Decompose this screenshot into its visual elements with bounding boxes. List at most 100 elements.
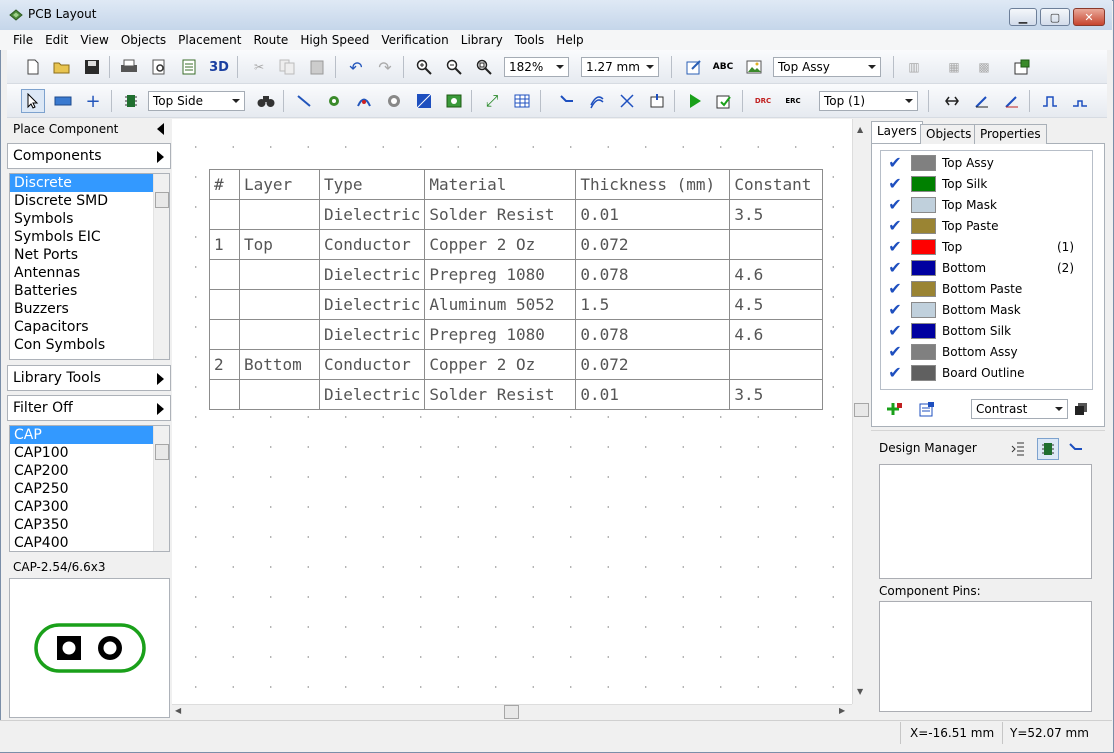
list-item[interactable]: CAP200 [10, 462, 169, 480]
autoroute-settings-icon[interactable] [712, 89, 736, 113]
zoom-fit-icon[interactable] [472, 55, 496, 79]
component-category-list[interactable]: Discrete Discrete SMD Symbols Symbols EI… [9, 173, 170, 360]
checkmark-icon[interactable]: ✔ [884, 152, 906, 173]
edit-trace-icon[interactable] [970, 89, 994, 113]
ruler-icon[interactable] [51, 89, 75, 113]
select-pointer-icon[interactable] [21, 89, 45, 113]
list-item[interactable]: CAP [10, 426, 153, 444]
layer-color-swatch[interactable] [911, 322, 936, 339]
menu-objects[interactable]: Objects [115, 30, 172, 50]
components-dropdown[interactable]: Components [7, 143, 171, 169]
open-folder-icon[interactable] [50, 55, 74, 79]
list-item[interactable]: Symbols EIC [10, 228, 169, 246]
tab-properties[interactable]: Properties [974, 124, 1047, 144]
layer-row[interactable]: ✔ Board Outline [884, 362, 1074, 383]
layer-color-swatch[interactable] [911, 154, 936, 171]
layer-color-swatch[interactable] [911, 343, 936, 360]
maximize-button[interactable]: ▢ [1040, 8, 1070, 26]
side-select[interactable]: Top Side [148, 91, 245, 111]
report-icon[interactable] [177, 55, 201, 79]
redo-icon[interactable]: ↷ [373, 55, 397, 79]
flip-icon[interactable] [940, 89, 964, 113]
find-binoculars-icon[interactable] [254, 89, 278, 113]
polygon-fill-icon[interactable] [412, 89, 436, 113]
layer-row[interactable]: ✔ Bottom Assy [884, 341, 1074, 362]
checkmark-icon[interactable]: ✔ [884, 362, 906, 383]
canvas-vertical-scrollbar[interactable]: ▲ ▼ [852, 119, 869, 704]
menu-tools[interactable]: Tools [509, 30, 551, 50]
pulse-signal-icon[interactable] [1038, 89, 1062, 113]
menu-file[interactable]: File [7, 30, 39, 50]
menu-verification[interactable]: Verification [375, 30, 454, 50]
menu-view[interactable]: View [74, 30, 114, 50]
scroll-right-icon[interactable]: ▶ [839, 706, 845, 715]
components-view-icon[interactable] [1037, 438, 1059, 460]
ungroup-icon[interactable]: ▩ [972, 55, 996, 79]
checkmark-icon[interactable]: ✔ [884, 173, 906, 194]
board-icon[interactable] [442, 89, 466, 113]
multi-route-icon[interactable] [585, 89, 609, 113]
horizontal-scroll-thumb[interactable] [504, 705, 519, 719]
layer-color-swatch[interactable] [911, 280, 936, 297]
print-icon[interactable] [117, 55, 141, 79]
add-layer-icon[interactable] [886, 401, 904, 417]
checkmark-icon[interactable]: ✔ [884, 299, 906, 320]
menu-route[interactable]: Route [247, 30, 294, 50]
list-item[interactable]: Discrete [10, 174, 153, 192]
erc-icon[interactable]: ERC [781, 89, 805, 113]
part-list[interactable]: CAP CAP100 CAP200 CAP250 CAP300 CAP350 C… [9, 425, 170, 552]
group-icon[interactable]: ▦ [942, 55, 966, 79]
layer-row[interactable]: ✔ Top Assy [884, 152, 1074, 173]
layer-select[interactable]: Top (1) [819, 91, 918, 111]
fanout-icon[interactable] [645, 89, 669, 113]
list-item[interactable]: CAP400 [10, 534, 169, 551]
layer-settings-icon[interactable] [918, 401, 936, 417]
zoom-out-icon[interactable] [442, 55, 466, 79]
drc-icon[interactable]: DRC [751, 89, 775, 113]
list-item[interactable]: Net Ports [10, 246, 169, 264]
checkmark-icon[interactable]: ✔ [884, 341, 906, 362]
checkmark-icon[interactable]: ✔ [884, 320, 906, 341]
pulse-low-icon[interactable] [1068, 89, 1092, 113]
save-icon[interactable] [80, 55, 104, 79]
text-abc-icon[interactable]: ABC [711, 55, 735, 79]
layer-color-swatch[interactable] [911, 175, 936, 192]
list-item[interactable]: CAP300 [10, 498, 169, 516]
dimension-icon[interactable]: ⤢ [480, 89, 504, 113]
settings-icon[interactable] [1010, 55, 1034, 79]
list-item[interactable]: Symbols [10, 210, 169, 228]
undo-icon[interactable]: ↶ [344, 55, 368, 79]
scroll-up-icon[interactable]: ▲ [857, 125, 863, 134]
zoom-select[interactable]: 182% [504, 57, 569, 77]
via-icon[interactable] [322, 89, 346, 113]
paste-icon[interactable] [305, 55, 329, 79]
run-autoroute-icon[interactable] [683, 89, 707, 113]
image-icon[interactable] [742, 55, 766, 79]
layer-color-swatch[interactable] [911, 364, 936, 381]
layer-row[interactable]: ✔ Bottom Paste [884, 278, 1074, 299]
layer-color-swatch[interactable] [911, 238, 936, 255]
layer-row[interactable]: ✔ Top (1) [884, 236, 1074, 257]
layer-color-swatch[interactable] [911, 259, 936, 276]
layer-row[interactable]: ✔ Top Paste [884, 215, 1074, 236]
list-item[interactable]: CAP250 [10, 480, 169, 498]
tab-layers[interactable]: Layers [871, 121, 923, 143]
nets-view-icon[interactable] [1067, 440, 1085, 458]
route-trace-icon[interactable] [292, 89, 316, 113]
view-layer-select[interactable]: Top Assy [773, 57, 881, 77]
table-icon[interactable] [510, 89, 534, 113]
design-manager-list[interactable] [879, 464, 1092, 579]
layer-row[interactable]: ✔ Bottom Mask [884, 299, 1074, 320]
checkmark-icon[interactable]: ✔ [884, 194, 906, 215]
grid-select[interactable]: 1.27 mm [581, 57, 659, 77]
cut-icon[interactable]: ✂ [247, 55, 271, 79]
component-icon[interactable] [119, 89, 143, 113]
layer-row[interactable]: ✔ Bottom (2) [884, 257, 1074, 278]
split-trace-icon[interactable] [615, 89, 639, 113]
list-item[interactable]: Buzzers [10, 300, 169, 318]
checkmark-icon[interactable]: ✔ [884, 236, 906, 257]
menu-help[interactable]: Help [550, 30, 589, 50]
layer-color-swatch[interactable] [911, 217, 936, 234]
category-scrollbar[interactable] [153, 174, 169, 359]
list-item[interactable]: CAP100 [10, 444, 169, 462]
